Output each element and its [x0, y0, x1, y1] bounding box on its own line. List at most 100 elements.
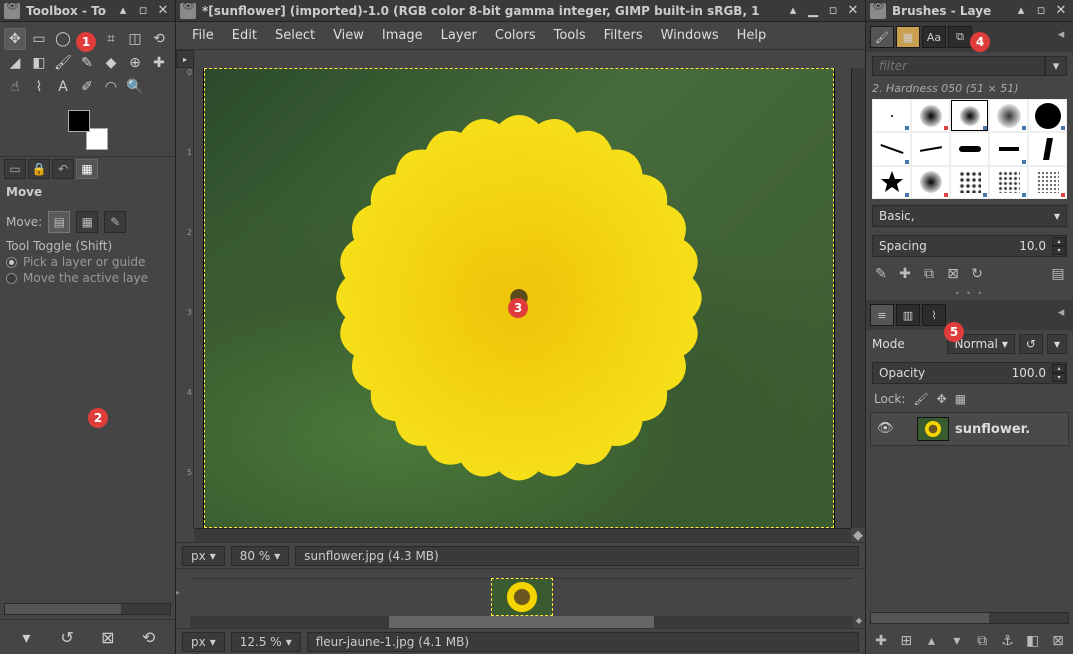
layer-thumbnail[interactable] [917, 417, 949, 441]
opacity-spinner[interactable]: Opacity100.0 ▴▾ [872, 362, 1067, 384]
open-brush-folder[interactable]: ▤ [1049, 265, 1067, 283]
warp-tool[interactable]: ⟲ [148, 28, 170, 50]
menu-edit[interactable]: Edit [224, 26, 265, 45]
mask-layer[interactable]: ◧ [1024, 632, 1042, 650]
brush-1[interactable] [872, 99, 911, 132]
mode-select[interactable]: Normal▾ [947, 334, 1014, 354]
layers-dock-menu[interactable]: ◂ [1053, 304, 1069, 320]
delete-tool-options[interactable]: ⊠ [97, 626, 119, 648]
layer-up[interactable]: ▴ [923, 632, 941, 650]
image-min-button[interactable]: ▁ [805, 3, 821, 19]
tab-undo[interactable]: ↶ [52, 159, 74, 179]
move-mode-layer[interactable]: ▤ [48, 211, 70, 233]
tab-fonts[interactable]: Aa [922, 26, 946, 48]
canvas-vscroll[interactable] [851, 68, 865, 528]
tool-options-hscroll[interactable] [4, 603, 171, 615]
brush-filter-input[interactable] [872, 56, 1045, 76]
canvas-hscroll[interactable] [194, 528, 851, 542]
new-group[interactable]: ⊞ [897, 632, 915, 650]
unit-select[interactable]: px▾ [182, 546, 225, 566]
save-tool-options[interactable]: ▾ [15, 626, 37, 648]
mode-reset[interactable]: ↺ [1019, 334, 1043, 354]
menu-view[interactable]: View [325, 26, 372, 45]
layer-down[interactable]: ▾ [948, 632, 966, 650]
refresh-brush[interactable]: ↻ [968, 265, 986, 283]
transform-tool[interactable]: ◫ [124, 28, 146, 50]
zoom-select[interactable]: 80 %▾ [231, 546, 290, 566]
text-tool[interactable]: A [52, 76, 74, 98]
move-mode-path[interactable]: ✎ [104, 211, 126, 233]
mini-hscroll[interactable] [190, 616, 853, 628]
pick-layer-radio[interactable] [6, 257, 17, 268]
image-close-button[interactable]: ✕ [845, 3, 861, 19]
dock-menu-button[interactable]: ◂ [1053, 26, 1069, 42]
toolbox-max-button[interactable]: ▫ [135, 3, 151, 19]
tab-device[interactable]: 🔒 [28, 159, 50, 179]
brush-12[interactable] [911, 166, 950, 199]
image-shade-button[interactable]: ▴ [785, 3, 801, 19]
pick-layer-radio-row[interactable]: Pick a layer or guide [6, 255, 169, 269]
menu-colors[interactable]: Colors [487, 26, 544, 45]
pencil-tool[interactable]: ✎ [76, 52, 98, 74]
lock-position[interactable]: ✥ [937, 392, 947, 406]
menu-windows[interactable]: Windows [653, 26, 727, 45]
menu-image[interactable]: Image [374, 26, 431, 45]
layer-row[interactable]: 👁 sunflower. [870, 412, 1069, 446]
image-canvas[interactable] [204, 68, 834, 528]
dock-separator[interactable]: • • • [866, 287, 1073, 300]
tab-history[interactable]: ⧉ [948, 26, 972, 48]
brush-2[interactable] [911, 99, 950, 132]
tab-images[interactable]: ▦ [76, 159, 98, 179]
tab-options[interactable]: ▭ [4, 159, 26, 179]
toolbox-shade-button[interactable]: ▴ [115, 3, 131, 19]
delete-layer[interactable]: ⊠ [1049, 632, 1067, 650]
nav-button[interactable]: ◆ [851, 528, 865, 542]
zoom-select-2[interactable]: 12.5 %▾ [231, 632, 301, 652]
path-tool[interactable]: ⌇ [28, 76, 50, 98]
brush-15[interactable] [1028, 166, 1067, 199]
edit-brush[interactable]: ✎ [872, 265, 890, 283]
new-brush[interactable]: ✚ [896, 265, 914, 283]
gradient-tool[interactable]: ◧ [28, 52, 50, 74]
ruler-vertical[interactable]: 012345 [176, 68, 194, 528]
reset-tool-options[interactable]: ⟲ [138, 626, 160, 648]
brushes-max-button[interactable]: ▫ [1033, 3, 1049, 19]
fg-color[interactable] [68, 110, 90, 132]
menu-layer[interactable]: Layer [433, 26, 485, 45]
brush-10[interactable] [1028, 132, 1067, 165]
wand-tool[interactable]: ↯ [76, 28, 98, 50]
fg-bg-colors[interactable] [68, 110, 108, 150]
toolbox-close-button[interactable]: ✕ [155, 3, 171, 19]
tab-patterns[interactable]: ▦ [896, 26, 920, 48]
eraser-tool[interactable]: ◆ [100, 52, 122, 74]
brush-filter-dropdown[interactable]: ▾ [1045, 56, 1067, 76]
layers-hscroll[interactable] [870, 612, 1069, 624]
picker-tool[interactable]: ✐ [76, 76, 98, 98]
lock-alpha[interactable]: ▦ [955, 392, 966, 406]
move-tool[interactable]: ✥ [4, 28, 26, 50]
brush-preset-select[interactable]: Basic,▾ [872, 205, 1067, 227]
clone-tool[interactable]: ⊕ [124, 52, 146, 74]
layer-name[interactable]: sunflower. [955, 422, 1030, 437]
image-viewport[interactable] [194, 68, 851, 528]
brush-7[interactable] [911, 132, 950, 165]
del-brush[interactable]: ⊠ [944, 265, 962, 283]
tab-brushes[interactable]: 🖌 [870, 26, 894, 48]
mini-canvas-image[interactable] [492, 579, 552, 615]
restore-tool-options[interactable]: ↺ [56, 626, 78, 648]
move-active-radio[interactable] [6, 273, 17, 284]
menu-file[interactable]: File [184, 26, 222, 45]
brushes-close-button[interactable]: ✕ [1053, 3, 1069, 19]
bucket-tool[interactable]: ◢ [4, 52, 26, 74]
crop-tool[interactable]: ⌗ [100, 28, 122, 50]
new-layer[interactable]: ✚ [872, 632, 890, 650]
menu-select[interactable]: Select [267, 26, 323, 45]
dup-layer[interactable]: ⧉ [973, 632, 991, 650]
tab-layers[interactable]: ≡ [870, 304, 894, 326]
merge-layer[interactable]: ⚓ [998, 632, 1016, 650]
brush-3[interactable] [950, 99, 989, 132]
tab-channels[interactable]: ▥ [896, 304, 920, 326]
spacing-spinner[interactable]: Spacing10.0 ▴▾ [872, 235, 1067, 257]
brush-14[interactable] [989, 166, 1028, 199]
brushes-shade-button[interactable]: ▴ [1013, 3, 1029, 19]
